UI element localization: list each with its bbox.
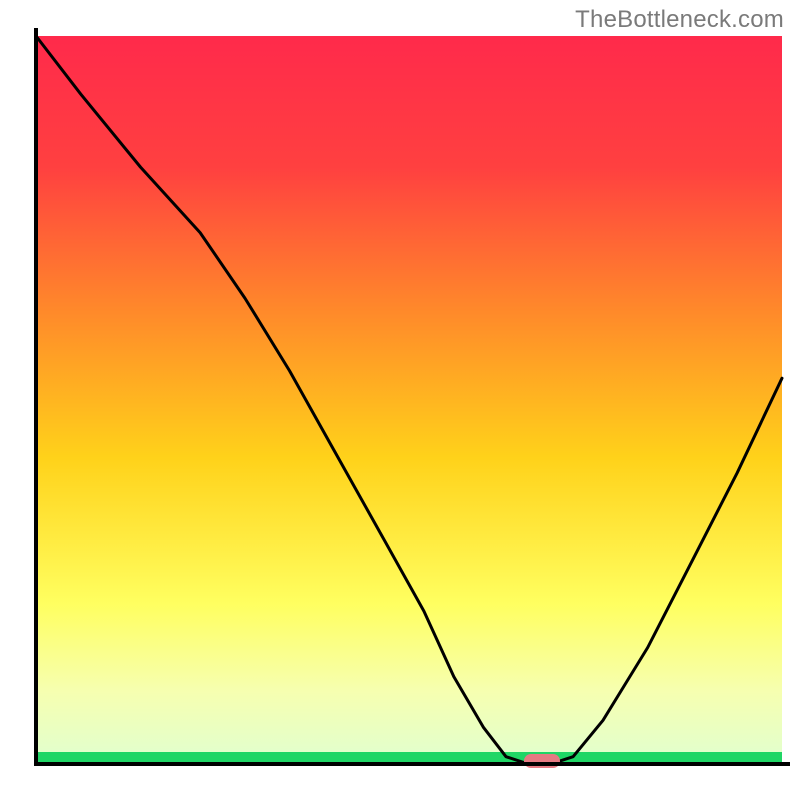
- plot-background: [36, 36, 782, 764]
- chart-container: TheBottleneck.com: [0, 0, 800, 800]
- bottleneck-chart: [0, 0, 800, 800]
